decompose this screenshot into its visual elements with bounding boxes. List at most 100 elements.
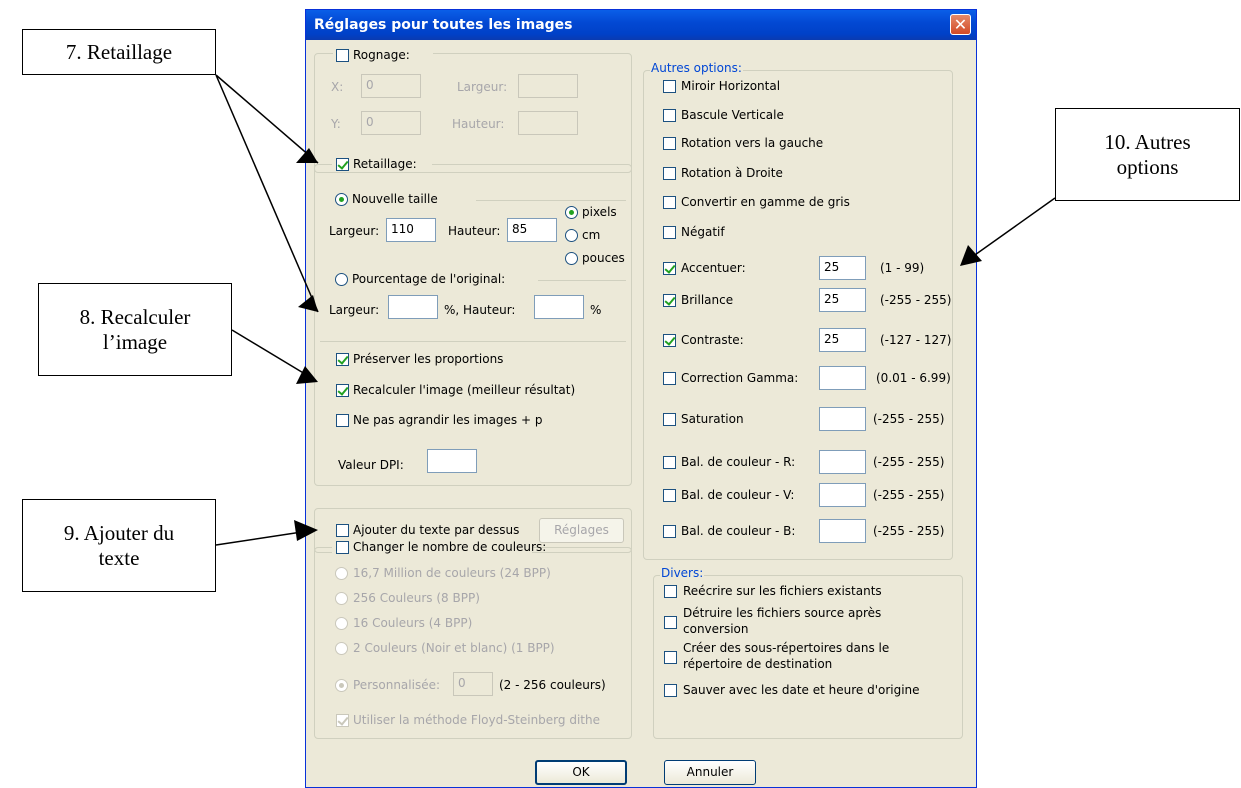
close-icon[interactable]: ✕ <box>950 14 971 35</box>
miroir-label: Miroir Horizontal <box>681 79 781 93</box>
preserver-checkbox[interactable] <box>336 353 349 366</box>
preserver-label: Préserver les proportions <box>353 352 504 366</box>
pct-unit-label: % <box>590 303 602 317</box>
recalculer-checkbox[interactable] <box>336 384 349 397</box>
settings-dialog: Réglages pour toutes les images ✕ Rognag… <box>305 9 977 788</box>
rognage-y-label: Y: <box>331 117 341 131</box>
bal-r-input[interactable] <box>819 450 866 474</box>
detruire-label-line2: conversion <box>683 622 749 636</box>
unit-cm-radio[interactable] <box>565 229 578 242</box>
saturation-checkbox[interactable] <box>663 413 676 426</box>
bal-v-checkbox[interactable] <box>663 489 676 502</box>
retaillage-checkbox[interactable] <box>336 158 349 171</box>
callout-retaillage-text: 7. Retaillage <box>65 39 173 64</box>
rotation-droite-label: Rotation à Droite <box>681 166 783 180</box>
couleurs-1bpp-radio[interactable] <box>335 642 348 655</box>
rognage-x-label: X: <box>331 80 344 94</box>
callout-recalculer-line1: 8. Recalculer <box>79 304 191 329</box>
bal-b-checkbox[interactable] <box>663 525 676 538</box>
unit-pixels-radio[interactable] <box>565 206 578 219</box>
ne-pas-agrandir-checkbox[interactable] <box>336 414 349 427</box>
pct-hauteur-input[interactable] <box>534 295 584 319</box>
bal-r-checkbox[interactable] <box>663 456 676 469</box>
bal-v-label: Bal. de couleur - V: <box>681 488 795 502</box>
bal-b-range: (-255 - 255) <box>873 524 945 538</box>
contraste-checkbox[interactable] <box>663 334 676 347</box>
ajouter-texte-checkbox[interactable] <box>336 524 349 537</box>
creer-checkbox[interactable] <box>664 651 677 664</box>
floyd-label: Utiliser la méthode Floyd-Steinberg dith… <box>353 713 600 727</box>
title-bar[interactable]: Réglages pour toutes les images ✕ <box>306 10 976 40</box>
rotation-droite-checkbox[interactable] <box>663 167 676 180</box>
retaillage-hauteur-input[interactable]: 85 <box>507 218 557 242</box>
pct-hauteur-label: %, Hauteur: <box>444 303 516 317</box>
ajouter-texte-label: Ajouter du texte par dessus <box>353 523 520 537</box>
couleurs-24bpp-radio[interactable] <box>335 567 348 580</box>
callout-retaillage: 7. Retaillage <box>22 29 216 75</box>
dpi-input[interactable] <box>427 449 477 473</box>
nouvelle-taille-radio[interactable] <box>335 193 348 206</box>
pourcentage-radio[interactable] <box>335 273 348 286</box>
rotation-gauche-checkbox[interactable] <box>663 137 676 150</box>
callout-autres-options-line1: 10. Autres <box>1104 129 1191 154</box>
rognage-checkbox[interactable] <box>336 49 349 62</box>
contraste-label: Contraste: <box>681 333 744 347</box>
ok-button[interactable]: OK <box>535 760 627 785</box>
unit-pouces-radio[interactable] <box>565 252 578 265</box>
arrow-retaillage-to-checkbox <box>215 74 319 164</box>
gamma-range: (0.01 - 6.99) <box>876 371 951 385</box>
rognage-hauteur-input[interactable] <box>518 111 578 135</box>
pct-largeur-label: Largeur: <box>329 303 380 317</box>
accentuer-checkbox[interactable] <box>663 262 676 275</box>
bal-v-input[interactable] <box>819 483 866 507</box>
gamma-label: Correction Gamma: <box>681 371 799 385</box>
unit-pouces-label: pouces <box>582 251 625 265</box>
rognage-largeur-input[interactable] <box>518 74 578 98</box>
couleurs-8bpp-radio[interactable] <box>335 592 348 605</box>
saturation-range: (-255 - 255) <box>873 412 945 426</box>
changer-couleurs-checkbox[interactable] <box>336 541 349 554</box>
creer-label-line1: Créer des sous-répertoires dans le <box>683 641 890 655</box>
gris-checkbox[interactable] <box>663 196 676 209</box>
arrow-autres-options <box>964 197 1056 263</box>
gamma-checkbox[interactable] <box>663 372 676 385</box>
brillance-input[interactable]: 25 <box>819 288 866 312</box>
reecrire-label: Reécrire sur les fichiers existants <box>683 584 882 598</box>
retaillage-largeur-label: Largeur: <box>329 224 380 238</box>
retaillage-label: Retaillage: <box>353 157 417 171</box>
texte-reglages-button[interactable]: Réglages <box>539 518 624 543</box>
arrow-retaillage-to-percent <box>215 74 319 313</box>
bal-b-input[interactable] <box>819 519 866 543</box>
rognage-y-input[interactable]: 0 <box>361 111 421 135</box>
detruire-checkbox[interactable] <box>664 616 677 629</box>
miroir-checkbox[interactable] <box>663 80 676 93</box>
annuler-button[interactable]: Annuler <box>664 760 756 785</box>
brillance-checkbox[interactable] <box>663 294 676 307</box>
gamma-input[interactable] <box>819 366 866 390</box>
sauver-checkbox[interactable] <box>664 684 677 697</box>
couleurs-custom-radio[interactable] <box>335 679 348 692</box>
retaillage-largeur-input[interactable]: 110 <box>386 218 436 242</box>
bascule-checkbox[interactable] <box>663 109 676 122</box>
couleurs-8bpp-label: 256 Couleurs (8 BPP) <box>353 591 480 605</box>
brillance-range: (-255 - 255) <box>880 293 952 307</box>
saturation-label: Saturation <box>681 412 744 426</box>
dialog-title: Réglages pour toutes les images <box>314 17 573 33</box>
floyd-checkbox[interactable] <box>336 714 349 727</box>
couleurs-custom-input[interactable]: 0 <box>453 672 493 696</box>
changer-couleurs-label: Changer le nombre de couleurs: <box>353 540 547 554</box>
rognage-label: Rognage: <box>353 48 410 62</box>
reecrire-checkbox[interactable] <box>664 585 677 598</box>
couleurs-4bpp-radio[interactable] <box>335 617 348 630</box>
rotation-gauche-label: Rotation vers la gauche <box>681 136 824 150</box>
saturation-input[interactable] <box>819 407 866 431</box>
couleurs-4bpp-label: 16 Couleurs (4 BPP) <box>353 616 473 630</box>
bascule-label: Bascule Verticale <box>681 108 784 122</box>
couleurs-1bpp-label: 2 Couleurs (Noir et blanc) (1 BPP) <box>353 641 555 655</box>
contraste-input[interactable]: 25 <box>819 328 866 352</box>
negatif-checkbox[interactable] <box>663 226 676 239</box>
pct-largeur-input[interactable] <box>388 295 438 319</box>
rognage-x-input[interactable]: 0 <box>361 74 421 98</box>
negatif-label: Négatif <box>681 225 725 239</box>
accentuer-input[interactable]: 25 <box>819 256 866 280</box>
